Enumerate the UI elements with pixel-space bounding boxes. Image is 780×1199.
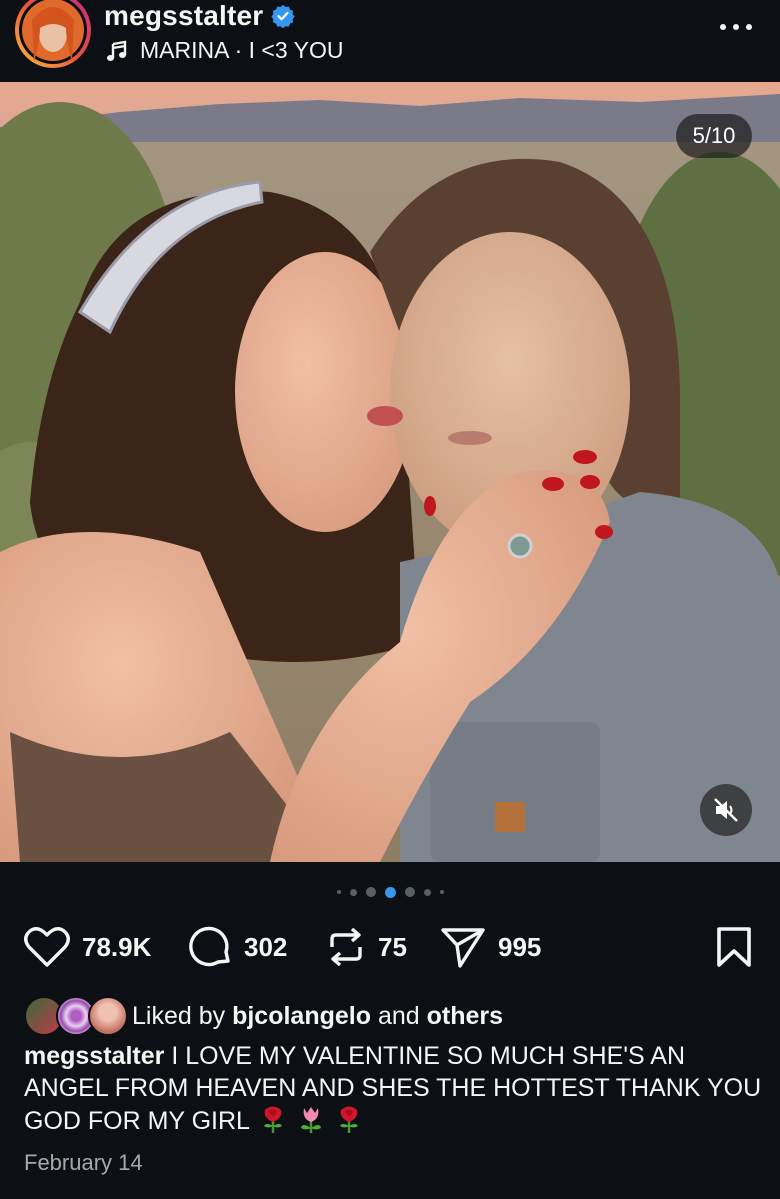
repost-count[interactable]: 75 <box>378 932 407 963</box>
post-caption: megsstalter I LOVE MY VALENTINE SO MUCH … <box>24 1040 764 1137</box>
carousel-dot-active <box>384 886 396 898</box>
bookmark-icon <box>717 927 751 967</box>
carousel-indicator <box>0 884 780 900</box>
repost-button[interactable]: 75 <box>326 922 407 972</box>
action-bar: 78.9K 302 75 995 <box>24 922 764 972</box>
share-button[interactable]: 995 <box>440 922 541 972</box>
repost-icon <box>330 927 362 967</box>
profile-avatar[interactable] <box>14 0 92 70</box>
save-button[interactable] <box>716 926 752 973</box>
username-text[interactable]: megsstalter <box>104 0 263 32</box>
caption-username[interactable]: megsstalter <box>24 1042 164 1070</box>
username[interactable]: megsstalter <box>104 0 295 32</box>
slide-counter: 5/10 <box>676 114 752 158</box>
heart-icon <box>24 927 70 967</box>
carousel-dot <box>404 887 415 897</box>
carousel-dot <box>439 890 444 894</box>
photo-image <box>0 82 780 862</box>
carousel-dot <box>349 888 357 896</box>
liked-by-and: and <box>377 1001 420 1030</box>
more-dot <box>733 24 739 30</box>
liked-by-others[interactable]: others <box>427 1002 503 1031</box>
comment-icon <box>189 926 230 967</box>
music-note-icon <box>107 40 127 61</box>
post-date[interactable]: February 14 <box>24 1150 143 1176</box>
share-count[interactable]: 995 <box>498 932 541 963</box>
carousel-dot <box>423 888 431 896</box>
rose-emoji-icon <box>339 1106 358 1133</box>
liked-by-prefix: Liked by <box>132 1001 226 1030</box>
verified-badge-icon <box>271 5 295 28</box>
rose-emoji-icon <box>263 1106 282 1133</box>
audio-title[interactable]: MARINA · I <3 YOU <box>140 37 343 64</box>
slide-counter-text: 5/10 <box>692 123 736 148</box>
post-header: megsstalter MARINA · I <3 YOU <box>0 0 780 82</box>
mute-glyph <box>714 798 738 822</box>
like-count[interactable]: 78.9K <box>82 932 151 963</box>
more-options-icon[interactable] <box>720 15 752 39</box>
audio-attribution[interactable]: MARINA · I <3 YOU <box>106 37 343 64</box>
speaker-muted-icon[interactable] <box>700 784 752 836</box>
more-dot <box>720 24 726 30</box>
share-icon <box>441 928 485 968</box>
tulip-emoji-icon <box>300 1107 321 1133</box>
comment-button[interactable]: 302 <box>188 922 287 972</box>
post-photo[interactable]: 5/10 <box>0 82 780 862</box>
avatar <box>88 996 128 1036</box>
carousel-dot <box>365 887 376 897</box>
comment-count[interactable]: 302 <box>244 932 287 963</box>
like-button[interactable]: 78.9K <box>24 922 151 972</box>
liked-by[interactable]: Liked by bjcolangelo and others <box>24 995 503 1037</box>
liked-by-avatars[interactable] <box>24 996 128 1036</box>
more-dot <box>746 24 752 30</box>
liked-by-user[interactable]: bjcolangelo <box>232 1002 371 1031</box>
carousel-dot <box>336 890 341 894</box>
